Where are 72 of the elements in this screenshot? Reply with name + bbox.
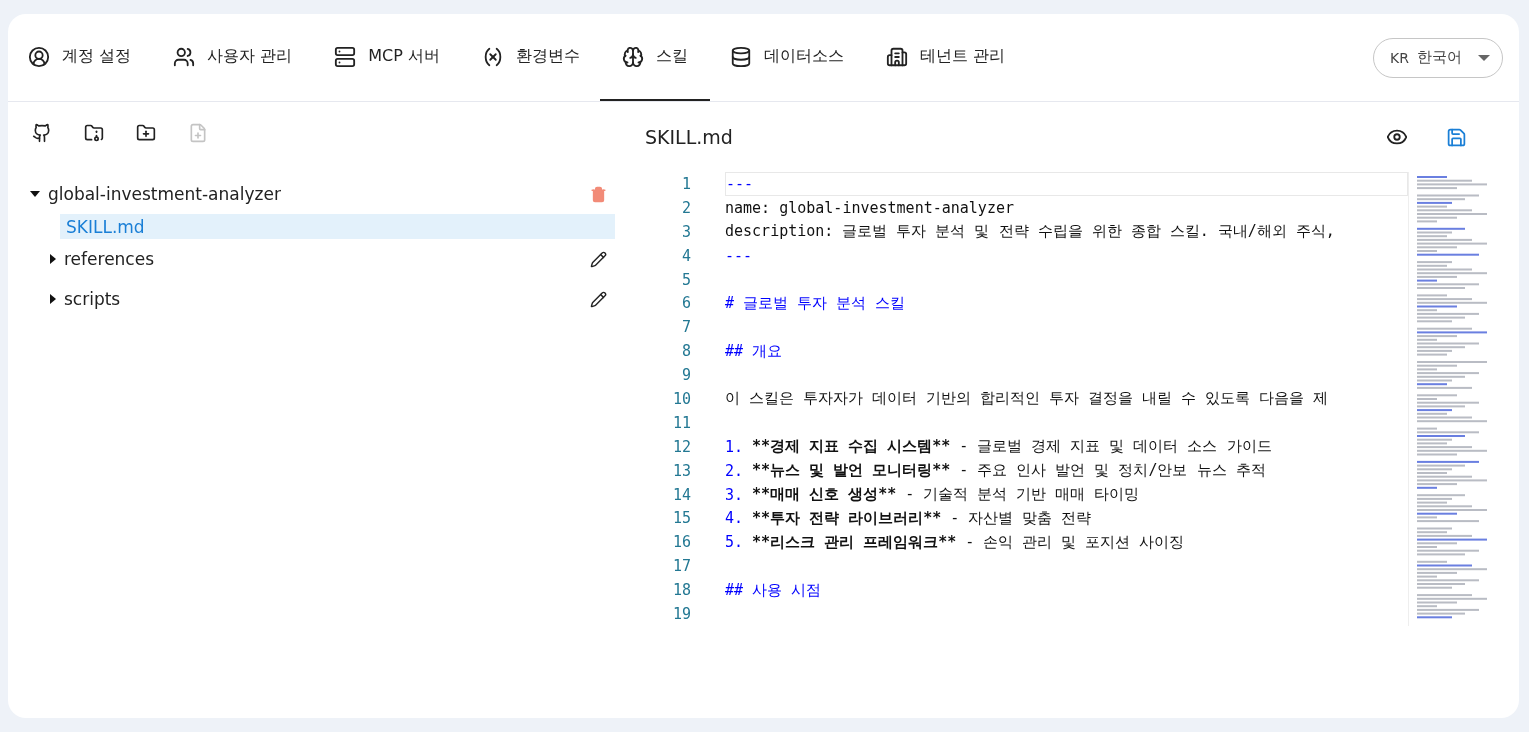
- line-number: 14: [671, 485, 691, 504]
- code-text: - 글로벌 경제 지표 및 데이터 소스 가이드: [959, 437, 1272, 457]
- line-number: 16: [671, 533, 691, 552]
- line-number: 8: [680, 342, 691, 361]
- code-text: **투자 전략 라이브러리**: [752, 508, 942, 528]
- line-number: 13: [671, 461, 691, 480]
- code-text: **경제 지표 수집 시스템**: [752, 437, 951, 457]
- code-text: 4.: [725, 509, 744, 528]
- server-icon: [334, 45, 357, 68]
- code-text: **매매 신호 생성**: [752, 485, 897, 504]
- nav-tab[interactable]: 데이터소스: [729, 14, 866, 101]
- code-text: **뉴스 및 발언 모니터링**: [752, 461, 951, 481]
- nav-tab[interactable]: MCP 서버: [334, 14, 462, 101]
- line-number: 2: [680, 198, 691, 217]
- code-text: name: global-investment-analyzer: [725, 198, 1014, 217]
- line-number: 9: [680, 366, 691, 385]
- line-number: 11: [671, 413, 691, 432]
- line-number: 3: [680, 222, 691, 241]
- nav-tab[interactable]: 환경변수: [481, 14, 602, 101]
- language-select[interactable]: KR 한국어: [1373, 37, 1503, 78]
- nav-tab[interactable]: 계정 설정: [28, 14, 154, 101]
- line-number: 4: [680, 246, 691, 265]
- code-text: 5.: [725, 533, 744, 552]
- code-text: # 글로벌 투자 분석 스킬: [725, 293, 906, 313]
- file-title: SKILL.md: [645, 126, 734, 148]
- save-icon[interactable]: [1446, 126, 1467, 148]
- caret-icon[interactable]: [30, 191, 40, 197]
- selected-row[interactable]: SKILL.md: [60, 214, 615, 239]
- code-text: ## 사용 시점: [725, 580, 822, 600]
- caret-icon: [1478, 54, 1490, 61]
- code-text: - 자산별 맞춤 전략: [950, 508, 1092, 528]
- line-number: 17: [671, 557, 691, 576]
- code-text: 이 스킬은 투자자가 데이터 기반의 합리적인 투자 결정을 내릴 수 있도록 다음을 제: [725, 389, 1329, 409]
- file-name[interactable]: SKILL.md: [66, 216, 607, 237]
- code-text: **리스크 관리 프레임워크**: [752, 532, 957, 552]
- folder-name[interactable]: references: [64, 249, 590, 269]
- nav-tab[interactable]: 스킬: [599, 14, 710, 101]
- code-text: - 주요 인사 발언 및 정치/안보 뉴스 추적: [959, 461, 1266, 481]
- line-number: 6: [680, 294, 691, 313]
- folder-name[interactable]: global-investment-analyzer: [48, 184, 590, 204]
- line-number: 1: [680, 174, 691, 193]
- nav-tab[interactable]: 테넌트 관리: [885, 14, 1027, 101]
- line-number: 5: [680, 270, 691, 289]
- users-icon: [173, 45, 196, 68]
- caret-icon[interactable]: [50, 294, 56, 304]
- folder-name[interactable]: scripts: [64, 289, 590, 309]
- nav-tab[interactable]: 사용자 관리: [173, 14, 315, 101]
- line-number: 7: [680, 318, 691, 337]
- brain-icon: [621, 45, 644, 68]
- user-circle-icon: [28, 45, 50, 68]
- line-number: 10: [671, 389, 691, 408]
- code-text: 2.: [725, 461, 744, 480]
- pencil-icon[interactable]: [590, 290, 607, 308]
- pencil-icon[interactable]: [590, 250, 607, 268]
- code-text: ---: [726, 174, 754, 193]
- folder-plus-icon[interactable]: [136, 123, 156, 143]
- line-number: 12: [671, 437, 691, 456]
- database-icon: [729, 45, 752, 68]
- code-text: description: 글로벌 투자 분석 및 전략 수립을 위한 종합 스킬. 국내/해외 주식,: [725, 222, 1335, 242]
- line-number: 15: [671, 509, 691, 528]
- code-text: 3.: [725, 485, 744, 504]
- github-icon[interactable]: [32, 123, 52, 143]
- code-text: 1.: [725, 437, 744, 456]
- line-number: 18: [671, 581, 691, 600]
- caret-icon[interactable]: [50, 254, 56, 264]
- code-text: - 손익 관리 및 포지션 사이징: [965, 532, 1185, 552]
- folder-archive-icon[interactable]: [84, 123, 104, 143]
- code-text: ## 개요: [725, 341, 783, 361]
- building-icon: [885, 45, 908, 68]
- code-text: - 기술적 분석 기반 매매 타이밍: [905, 485, 1140, 504]
- line-number: 19: [671, 604, 691, 623]
- code-text: ---: [725, 246, 753, 265]
